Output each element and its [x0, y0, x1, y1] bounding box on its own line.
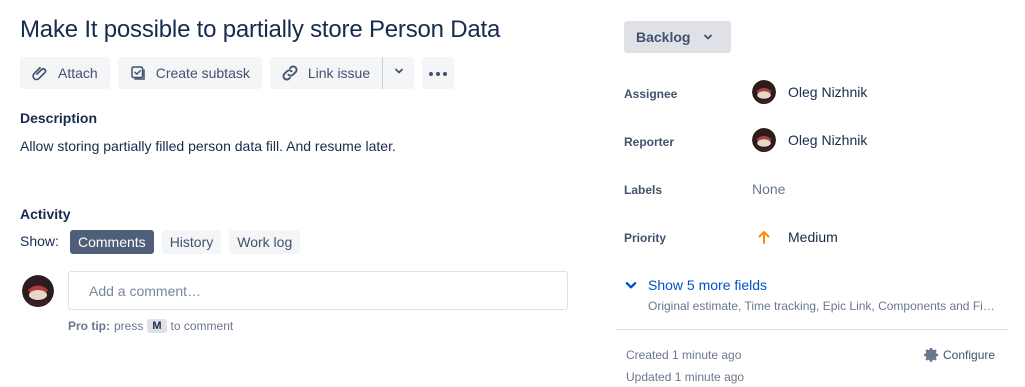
created-timestamp: Created 1 minute ago [626, 348, 742, 362]
filter-work-log[interactable]: Work log [229, 230, 301, 254]
configure-button[interactable]: Configure [921, 345, 995, 365]
issue-toolbar: Attach Create subtask Link issue [20, 57, 455, 89]
reporter-value[interactable]: Oleg Nizhnik [752, 128, 867, 152]
divider [616, 329, 1008, 330]
show-more-fields-button[interactable]: Show 5 more fields [624, 277, 767, 293]
labels-value[interactable]: None [752, 181, 785, 197]
pro-tip-label: Pro tip: [68, 319, 110, 333]
configure-label: Configure [943, 348, 996, 362]
create-subtask-label: Create subtask [155, 65, 250, 81]
avatar [22, 275, 54, 307]
activity-show-label: Show: [20, 233, 59, 249]
description-heading: Description [20, 110, 98, 126]
link-icon [280, 63, 300, 83]
priority-name: Medium [788, 229, 838, 245]
filter-comments[interactable]: Comments [70, 230, 154, 254]
pro-tip: Pro tip: press M to comment [68, 319, 233, 333]
avatar [752, 128, 776, 152]
hidden-fields-summary: Original estimate, Time tracking, Epic L… [648, 299, 998, 313]
show-more-label: Show 5 more fields [648, 277, 768, 293]
subtask-icon [128, 63, 148, 83]
chevron-down-icon [624, 278, 640, 292]
assignee-label: Assignee [624, 87, 678, 101]
attach-button[interactable]: Attach [20, 57, 110, 89]
updated-timestamp: Updated 1 minute ago [626, 370, 745, 384]
chevron-down-icon [702, 31, 714, 43]
attach-label: Attach [58, 65, 98, 81]
avatar [752, 80, 776, 104]
keyboard-shortcut-key: M [147, 319, 167, 333]
link-issue-label: Link issue [307, 65, 371, 81]
assignee-name: Oleg Nizhnik [788, 84, 868, 100]
assignee-value[interactable]: Oleg Nizhnik [752, 80, 867, 104]
more-actions-button[interactable] [422, 57, 455, 89]
link-issue-button[interactable]: Link issue [269, 57, 383, 89]
reporter-label: Reporter [624, 135, 675, 149]
link-issue-dropdown[interactable] [382, 57, 415, 89]
pro-tip-post: to comment [170, 319, 234, 333]
pro-tip-pre: press [114, 319, 144, 333]
status-dropdown[interactable]: Backlog [624, 21, 731, 53]
labels-label: Labels [624, 183, 663, 197]
comment-input[interactable] [68, 271, 568, 310]
gear-icon [921, 345, 941, 365]
chevron-down-icon [393, 64, 405, 82]
create-subtask-button[interactable]: Create subtask [117, 57, 262, 89]
activity-heading: Activity [20, 206, 71, 222]
filter-history[interactable]: History [161, 230, 222, 254]
link-issue-group: Link issue [269, 57, 415, 89]
more-horizontal-icon [428, 64, 448, 82]
paperclip-icon [30, 63, 50, 83]
arrow-up-icon [752, 229, 776, 245]
reporter-name: Oleg Nizhnik [788, 132, 868, 148]
issue-title[interactable]: Make It possible to partially store Pers… [20, 16, 500, 44]
priority-value[interactable]: Medium [752, 229, 838, 245]
status-label: Backlog [636, 29, 691, 45]
priority-label: Priority [624, 231, 667, 245]
activity-filters: Comments History Work log [70, 230, 308, 254]
description-text[interactable]: Allow storing partially filled person da… [20, 138, 396, 154]
